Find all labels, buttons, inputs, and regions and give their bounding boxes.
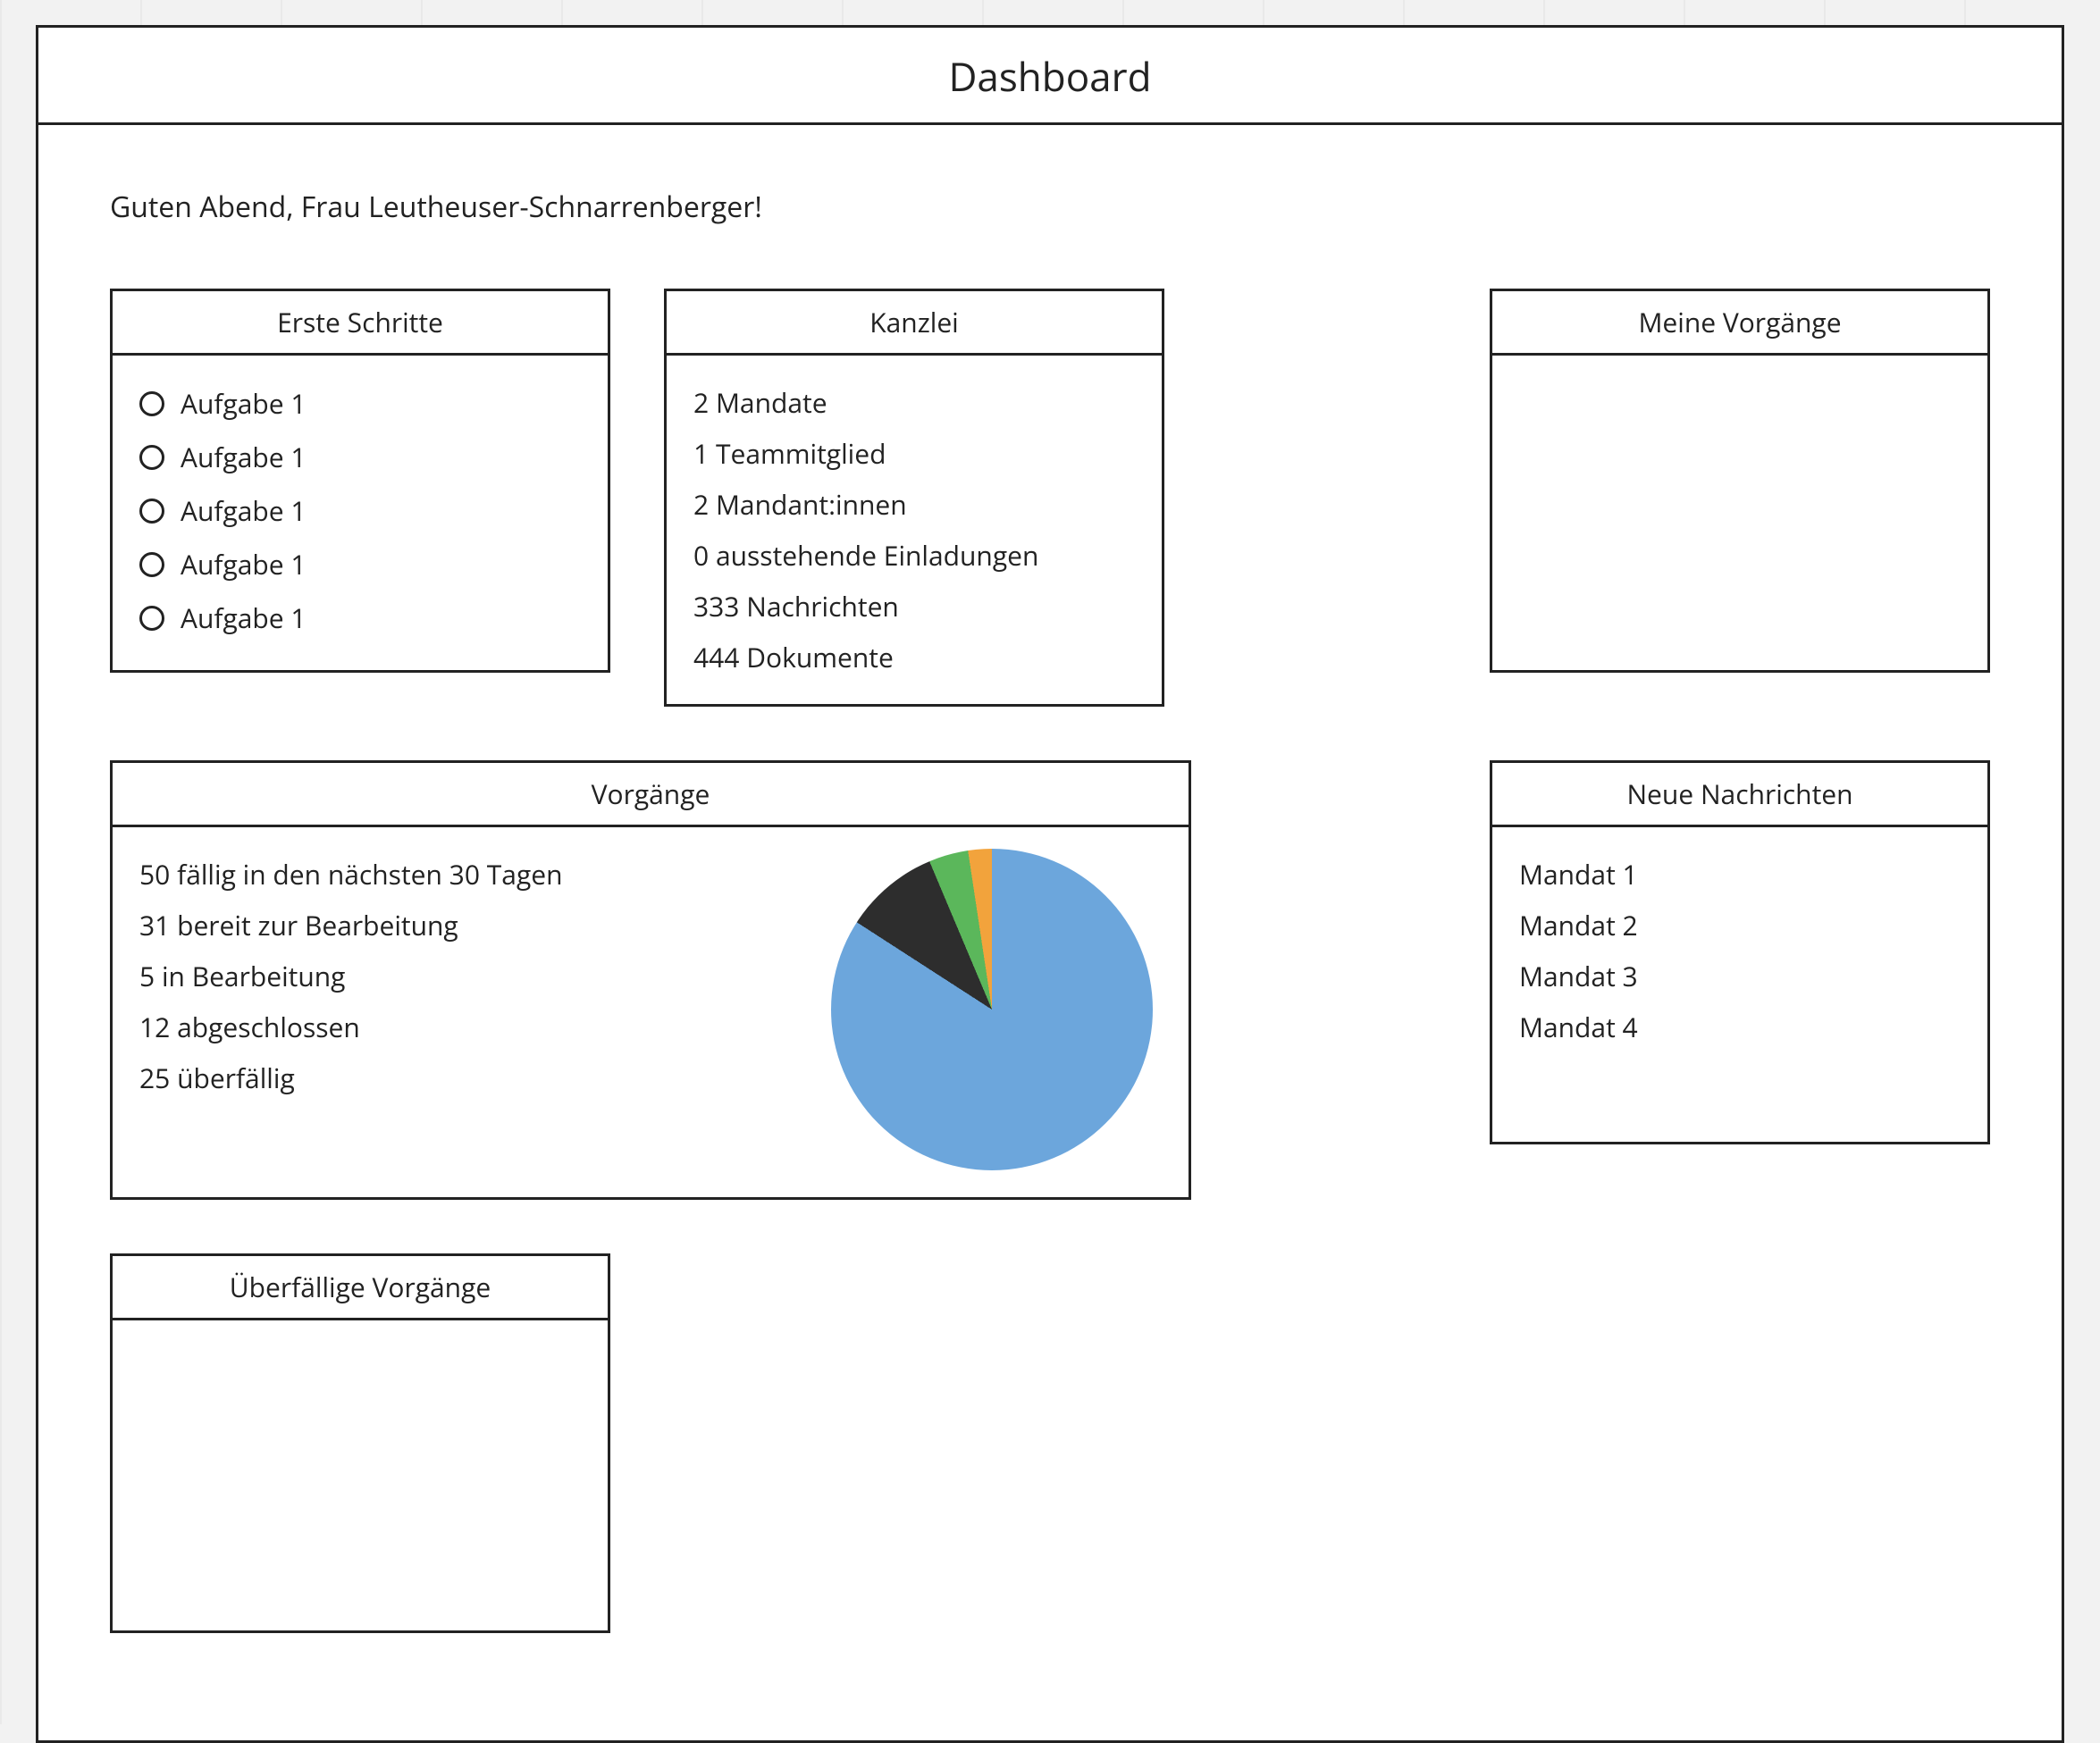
kanzlei-stat: 444 Dokumente xyxy=(693,632,1135,683)
vorgaenge-stat: 50 fällig in den nächsten 30 Tagen xyxy=(139,849,795,900)
card-kanzlei-body: 2 Mandate 1 Teammitglied 2 Mandant:innen… xyxy=(667,356,1162,704)
kanzlei-stat: 0 ausstehende Einladungen xyxy=(693,530,1135,581)
card-neue-nachrichten: Neue Nachrichten Mandat 1 Mandat 2 Manda… xyxy=(1490,760,1990,1144)
page-title: Dashboard xyxy=(38,28,2062,125)
pie-chart-icon xyxy=(831,849,1153,1170)
task-label: Aufgabe 1 xyxy=(181,431,307,484)
row-2: Vorgänge 50 fällig in den nächsten 30 Ta… xyxy=(110,760,1990,1200)
card-kanzlei-title: Kanzlei xyxy=(667,291,1162,356)
dashboard-page: Dashboard Guten Abend, Frau Leutheuser-S… xyxy=(36,25,2064,1743)
task-label: Aufgabe 1 xyxy=(181,538,307,591)
circle-icon xyxy=(139,552,164,577)
circle-icon xyxy=(139,445,164,470)
greeting-text: Guten Abend, Frau Leutheuser-Schnarrenbe… xyxy=(110,188,1990,226)
kanzlei-stat: 1 Teammitglied xyxy=(693,428,1135,479)
task-label: Aufgabe 1 xyxy=(181,591,307,645)
card-meine-vorgaenge: Meine Vorgänge xyxy=(1490,289,1990,673)
kanzlei-stat: 2 Mandant:innen xyxy=(693,479,1135,530)
card-ueberfaellig-body xyxy=(113,1320,608,1363)
circle-icon xyxy=(139,499,164,524)
card-erste-title: Erste Schritte xyxy=(113,291,608,356)
task-label: Aufgabe 1 xyxy=(181,377,307,431)
nachricht-item[interactable]: Mandat 3 xyxy=(1519,951,1961,1001)
card-vorgaenge: Vorgänge 50 fällig in den nächsten 30 Ta… xyxy=(110,760,1191,1200)
card-erste-body: Aufgabe 1 Aufgabe 1 Aufgabe 1 Aufgabe 1 xyxy=(113,356,608,666)
card-neue-body: Mandat 1 Mandat 2 Mandat 3 Mandat 4 xyxy=(1492,827,1987,1074)
task-item[interactable]: Aufgabe 1 xyxy=(139,591,581,645)
nachricht-item[interactable]: Mandat 2 xyxy=(1519,900,1961,951)
card-vorgaenge-body: 50 fällig in den nächsten 30 Tagen 31 be… xyxy=(113,827,1189,1197)
task-item[interactable]: Aufgabe 1 xyxy=(139,484,581,538)
nachricht-item[interactable]: Mandat 4 xyxy=(1519,1001,1961,1052)
circle-icon xyxy=(139,606,164,631)
card-erste-schritte: Erste Schritte Aufgabe 1 Aufgabe 1 Aufga… xyxy=(110,289,610,673)
task-item[interactable]: Aufgabe 1 xyxy=(139,538,581,591)
task-label: Aufgabe 1 xyxy=(181,484,307,538)
vorgaenge-stat: 12 abgeschlossen xyxy=(139,1001,795,1052)
kanzlei-stat: 2 Mandate xyxy=(693,377,1135,428)
card-neue-title: Neue Nachrichten xyxy=(1492,763,1987,827)
vorgaenge-stat: 31 bereit zur Bearbeitung xyxy=(139,900,795,951)
nachricht-item[interactable]: Mandat 1 xyxy=(1519,849,1961,900)
row-3: Überfällige Vorgänge xyxy=(110,1253,1990,1633)
row-1: Erste Schritte Aufgabe 1 Aufgabe 1 Aufga… xyxy=(110,289,1990,707)
circle-icon xyxy=(139,391,164,416)
card-ueberfaellig-title: Überfällige Vorgänge xyxy=(113,1256,608,1320)
card-ueberfaellige-vorgaenge: Überfällige Vorgänge xyxy=(110,1253,610,1633)
kanzlei-stat: 333 Nachrichten xyxy=(693,581,1135,632)
vorgaenge-stat: 5 in Bearbeitung xyxy=(139,951,795,1001)
card-meine-body xyxy=(1492,356,1987,398)
vorgaenge-pie-chart xyxy=(831,849,1153,1170)
card-vorgaenge-title: Vorgänge xyxy=(113,763,1189,827)
task-item[interactable]: Aufgabe 1 xyxy=(139,431,581,484)
vorgaenge-list: 50 fällig in den nächsten 30 Tagen 31 be… xyxy=(139,849,795,1103)
card-meine-title: Meine Vorgänge xyxy=(1492,291,1987,356)
card-kanzlei: Kanzlei 2 Mandate 1 Teammitglied 2 Manda… xyxy=(664,289,1164,707)
page-content: Guten Abend, Frau Leutheuser-Schnarrenbe… xyxy=(38,125,2062,1740)
task-item[interactable]: Aufgabe 1 xyxy=(139,377,581,431)
vorgaenge-stat: 25 überfällig xyxy=(139,1052,795,1103)
